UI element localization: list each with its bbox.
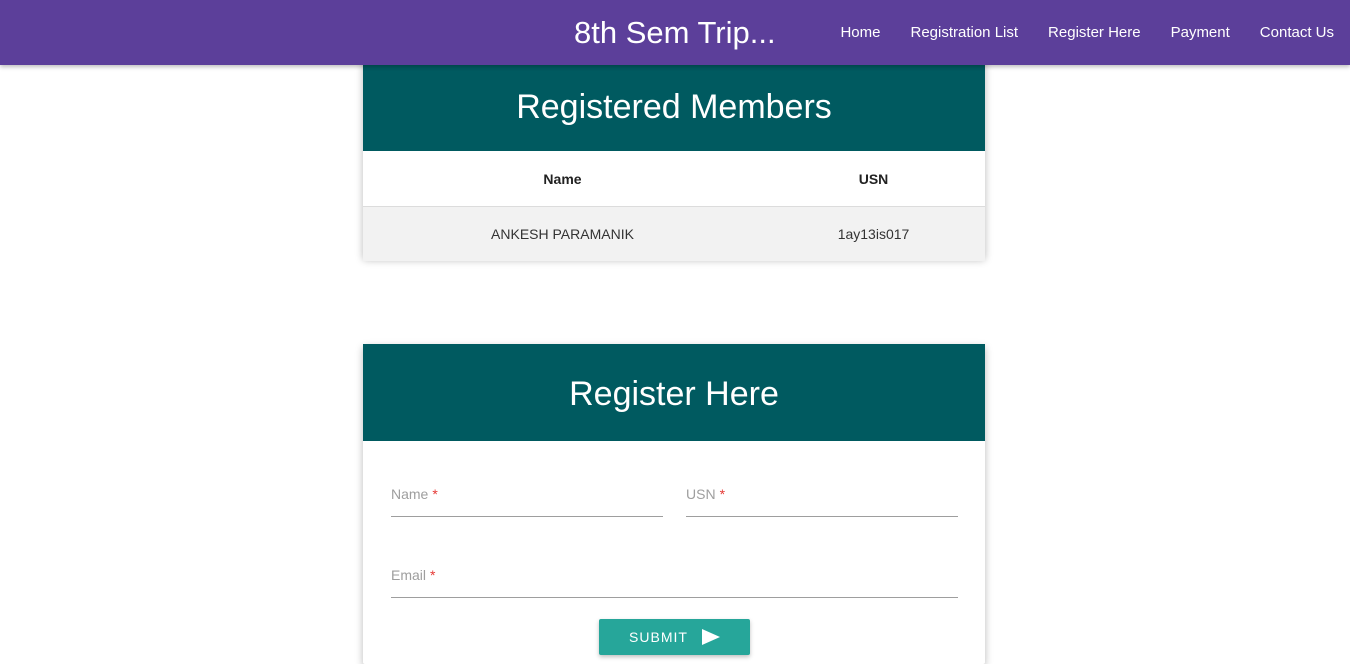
- nav-links: Home Registration List Register Here Pay…: [810, 0, 1334, 65]
- nav-home[interactable]: Home: [840, 24, 880, 41]
- table-header-row: Name USN: [363, 151, 985, 207]
- usn-field[interactable]: USN *: [686, 486, 958, 517]
- usn-required-mark: *: [719, 486, 726, 502]
- column-header-name: Name: [363, 151, 762, 207]
- registered-members-title: Registered Members: [516, 88, 832, 126]
- registered-members-header: Registered Members: [363, 56, 985, 151]
- usn-field-label: USN *: [686, 486, 726, 502]
- email-field-label: Email *: [391, 567, 436, 583]
- email-required-mark: *: [430, 567, 436, 583]
- cell-usn: 1ay13is017: [762, 206, 985, 261]
- submit-label: SUBMIT: [629, 629, 688, 645]
- cell-name: ANKESH PARAMANIK: [363, 206, 762, 261]
- nav-payment[interactable]: Payment: [1171, 24, 1230, 41]
- email-field[interactable]: Email *: [391, 567, 958, 598]
- register-header: Register Here: [363, 344, 985, 441]
- send-icon: [701, 629, 720, 645]
- nav-register-here[interactable]: Register Here: [1048, 24, 1141, 41]
- table-row: ANKESH PARAMANIK 1ay13is017: [363, 206, 985, 261]
- members-table: Name USN ANKESH PARAMANIK 1ay13is017: [363, 151, 985, 261]
- name-field[interactable]: Name *: [391, 486, 663, 517]
- name-required-mark: *: [432, 486, 438, 502]
- register-card: Register Here Name * USN * Email * SUBMIT: [363, 344, 985, 664]
- column-header-usn: USN: [762, 151, 985, 207]
- submit-button[interactable]: SUBMIT: [599, 619, 750, 655]
- register-title: Register Here: [569, 375, 779, 413]
- nav-registration-list[interactable]: Registration List: [910, 24, 1018, 41]
- name-field-label: Name *: [391, 486, 438, 502]
- top-navbar: 8th Sem Trip... Home Registration List R…: [0, 0, 1350, 65]
- registered-members-card: Registered Members Name USN ANKESH PARAM…: [363, 56, 985, 261]
- nav-contact-us[interactable]: Contact Us: [1260, 24, 1334, 41]
- brand-title[interactable]: 8th Sem Trip...: [574, 13, 776, 53]
